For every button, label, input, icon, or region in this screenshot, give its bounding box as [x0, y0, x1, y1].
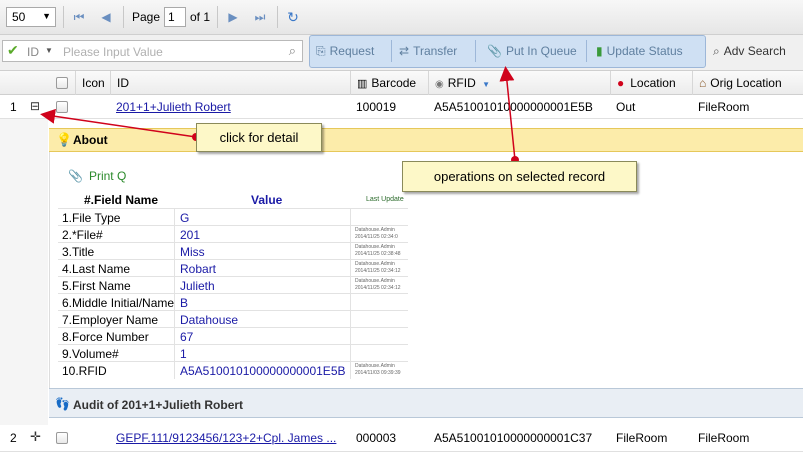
operations-arrow: [499, 66, 516, 161]
detail-arrow: [40, 108, 197, 138]
callout-operations: operations on selected record: [402, 161, 637, 192]
annotation-arrows: [40, 66, 519, 164]
callout-click-for-detail: click for detail: [196, 123, 322, 152]
